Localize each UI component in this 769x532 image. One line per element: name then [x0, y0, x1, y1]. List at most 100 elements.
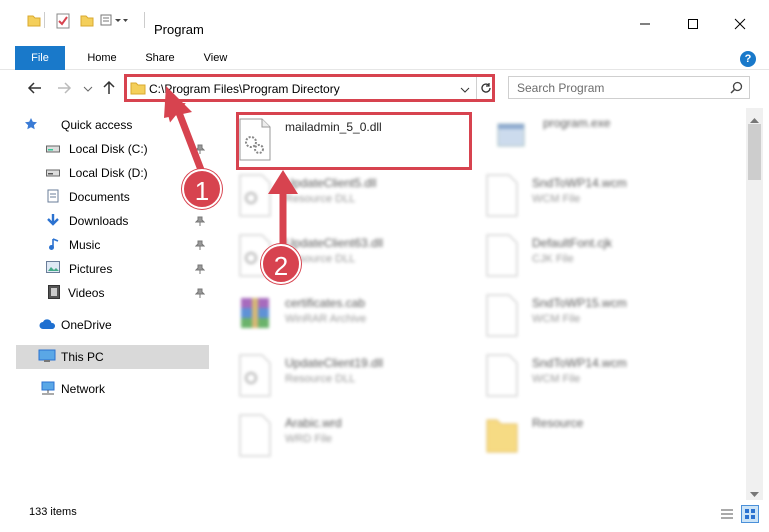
file-item-program-exe[interactable]: program.exe	[495, 114, 725, 170]
sidebar-item-quick-access[interactable]: Quick access	[24, 113, 217, 137]
exe-file-icon	[495, 114, 531, 158]
pin-icon[interactable]	[194, 143, 206, 157]
properties-icon[interactable]	[56, 13, 70, 32]
file-type: WCM File	[532, 313, 581, 325]
up-arrow-icon[interactable]	[101, 80, 117, 96]
file-name: SndToWP14.wcm	[532, 356, 627, 370]
file-name: Arabic.wrd	[285, 416, 342, 430]
file-name: SndToWP15.wcm	[532, 296, 627, 310]
file-item-defaultfont-cjk[interactable]: DefaultFont.cjk CJK File	[484, 234, 714, 290]
file-name: DefaultFont.cjk	[532, 236, 613, 250]
minimize-button[interactable]	[630, 12, 660, 36]
music-icon	[48, 237, 62, 254]
tab-home[interactable]: Home	[86, 46, 118, 70]
help-icon[interactable]: ?	[740, 51, 756, 67]
status-bar: 133 items	[0, 500, 769, 532]
pin-icon[interactable]	[194, 239, 206, 253]
scroll-down-icon[interactable]	[750, 487, 759, 501]
sidebar-item-music[interactable]: Music	[32, 233, 225, 257]
recent-locations-icon[interactable]	[83, 83, 99, 99]
drive-icon	[46, 143, 60, 157]
generic-file-icon	[484, 354, 520, 398]
pin-icon[interactable]	[194, 287, 206, 301]
ribbon-tabs: File Home Share View	[0, 46, 769, 70]
file-name: certificates.cab	[285, 296, 366, 310]
file-item-arabic-wrd[interactable]: Arabic.wrd WRD File	[237, 414, 467, 470]
file-type: WRD File	[285, 433, 333, 445]
item-count: 133 items	[29, 506, 77, 518]
generic-file-icon	[484, 294, 520, 338]
folder-icon	[130, 81, 146, 98]
sidebar-item-label: This PC	[61, 350, 104, 364]
download-icon	[46, 213, 60, 230]
dll-file-icon	[237, 354, 273, 398]
star-icon	[24, 117, 38, 134]
sidebar-item-label: Downloads	[69, 214, 129, 228]
maximize-button[interactable]	[678, 12, 708, 36]
step-1-badge: 1	[182, 169, 222, 209]
file-item-sndtowp14-wcm[interactable]: SndToWP14.wcm WCM File	[484, 174, 714, 230]
sidebar-item-label: Quick access	[61, 118, 133, 132]
file-type: WCM File	[532, 373, 581, 385]
file-item-updateclient19-dll[interactable]: UpdateClient19.dll Resource DLL	[237, 354, 467, 410]
search-box[interactable]: Search Program	[508, 76, 750, 99]
refresh-icon[interactable]	[476, 77, 494, 99]
customize-toolbar-icon[interactable]	[100, 13, 128, 30]
sidebar-item-downloads[interactable]: Downloads	[32, 209, 225, 233]
vertical-scrollbar[interactable]	[746, 108, 763, 500]
address-bar[interactable]: C:\Program Files\Program Directory	[124, 74, 495, 102]
file-type: CJK File	[532, 253, 574, 265]
window-title: Program	[154, 22, 204, 37]
file-item-sndtowp14-wcm-2[interactable]: SndToWP14.wcm WCM File	[484, 354, 714, 410]
tab-view[interactable]: View	[203, 46, 228, 70]
generic-file-icon	[484, 234, 520, 278]
step-2-badge: 2	[261, 244, 301, 284]
search-icon[interactable]	[730, 81, 743, 97]
divider	[144, 12, 145, 28]
large-icons-view-icon[interactable]	[741, 505, 759, 523]
close-button[interactable]	[725, 12, 755, 36]
sidebar-item-label: Documents	[69, 190, 130, 204]
scroll-thumb[interactable]	[748, 124, 761, 180]
address-path[interactable]: C:\Program Files\Program Directory	[149, 82, 340, 96]
chevron-down-icon[interactable]	[460, 84, 470, 94]
file-name: program.exe	[543, 116, 611, 130]
generic-file-icon	[237, 414, 273, 458]
new-folder-icon[interactable]	[80, 13, 94, 30]
file-item-sndtowp15-wcm[interactable]: SndToWP15.wcm WCM File	[484, 294, 714, 350]
folder-icon	[484, 414, 520, 458]
file-item-updateclient5-dll[interactable]: UpdateClient5.dll Resource DLL	[237, 174, 467, 230]
folder-item-resource[interactable]: Resource	[484, 414, 714, 470]
sidebar-item-pictures[interactable]: Pictures	[32, 257, 225, 281]
folder-icon	[27, 13, 41, 30]
sidebar-item-videos[interactable]: Videos	[32, 281, 225, 305]
details-view-icon[interactable]	[719, 506, 735, 525]
back-arrow-icon[interactable]	[27, 80, 43, 96]
sidebar-item-network[interactable]: Network	[22, 377, 215, 401]
search-input[interactable]: Search Program	[517, 81, 604, 95]
pin-icon[interactable]	[194, 215, 206, 229]
dll-file-icon	[237, 174, 273, 218]
file-type: Resource DLL	[285, 193, 356, 205]
sidebar-item-label: OneDrive	[61, 318, 112, 332]
sidebar-item-label: Network	[61, 382, 106, 396]
tab-share[interactable]: Share	[145, 46, 175, 70]
sidebar-item-onedrive[interactable]: OneDrive	[22, 313, 215, 337]
drive-icon	[46, 167, 60, 181]
sidebar-item-label: Videos	[68, 286, 105, 300]
tab-file[interactable]: File	[15, 46, 65, 70]
videos-icon	[48, 285, 60, 302]
cloud-icon	[39, 319, 57, 333]
file-item-certificates-cab[interactable]: certificates.cab WinRAR Archive	[237, 294, 467, 350]
computer-icon	[38, 349, 56, 366]
file-name: SndToWP14.wcm	[532, 176, 627, 190]
highlight-box	[236, 112, 472, 170]
navigation-pane: Quick access Local Disk (C:) Local Disk …	[0, 108, 211, 500]
pin-icon[interactable]	[194, 263, 206, 277]
divider	[44, 12, 45, 28]
sidebar-item-this-pc[interactable]: This PC	[16, 345, 209, 369]
sidebar-item-local-disk-c[interactable]: Local Disk (C:)	[32, 137, 225, 161]
generic-file-icon	[484, 174, 520, 218]
forward-arrow-icon[interactable]	[56, 80, 72, 96]
file-type: WinRAR Archive	[285, 313, 367, 325]
